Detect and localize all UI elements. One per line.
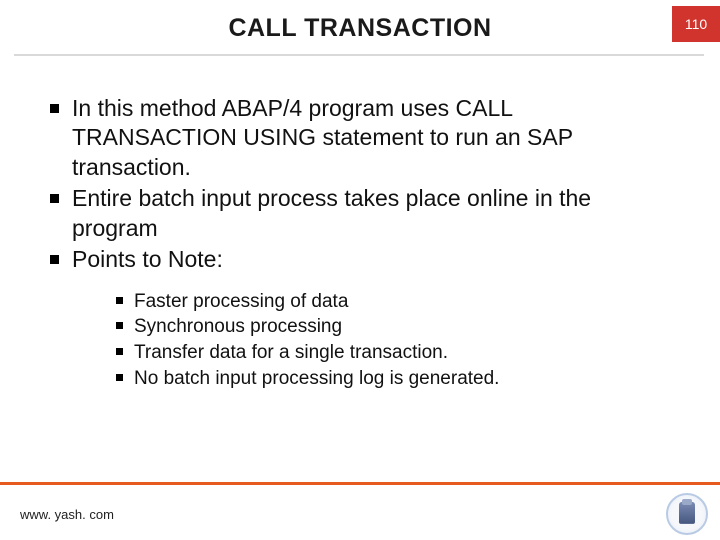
list-item: Transfer data for a single transaction. <box>112 340 676 366</box>
page-number-badge: 110 <box>672 6 720 42</box>
list-item: Faster processing of data <box>112 289 676 315</box>
list-item: Synchronous processing <box>112 314 676 340</box>
list-item: Points to Note: <box>44 245 676 274</box>
list-item: In this method ABAP/4 program uses CALL … <box>44 94 676 182</box>
list-item: No batch input processing log is generat… <box>112 366 676 392</box>
sub-bullet-list: Faster processing of data Synchronous pr… <box>112 289 676 392</box>
main-bullet-list: In this method ABAP/4 program uses CALL … <box>44 94 676 275</box>
slide-content: In this method ABAP/4 program uses CALL … <box>0 56 720 391</box>
slide-header: CALL TRANSACTION 110 <box>0 0 720 54</box>
slide-footer: www. yash. com <box>0 482 720 540</box>
footer-divider <box>0 482 720 485</box>
footer-bar: www. yash. com <box>0 488 720 540</box>
company-logo-icon <box>666 493 708 535</box>
footer-url: www. yash. com <box>20 507 114 522</box>
list-item: Entire batch input process takes place o… <box>44 184 676 243</box>
page-title: CALL TRANSACTION <box>0 14 720 43</box>
